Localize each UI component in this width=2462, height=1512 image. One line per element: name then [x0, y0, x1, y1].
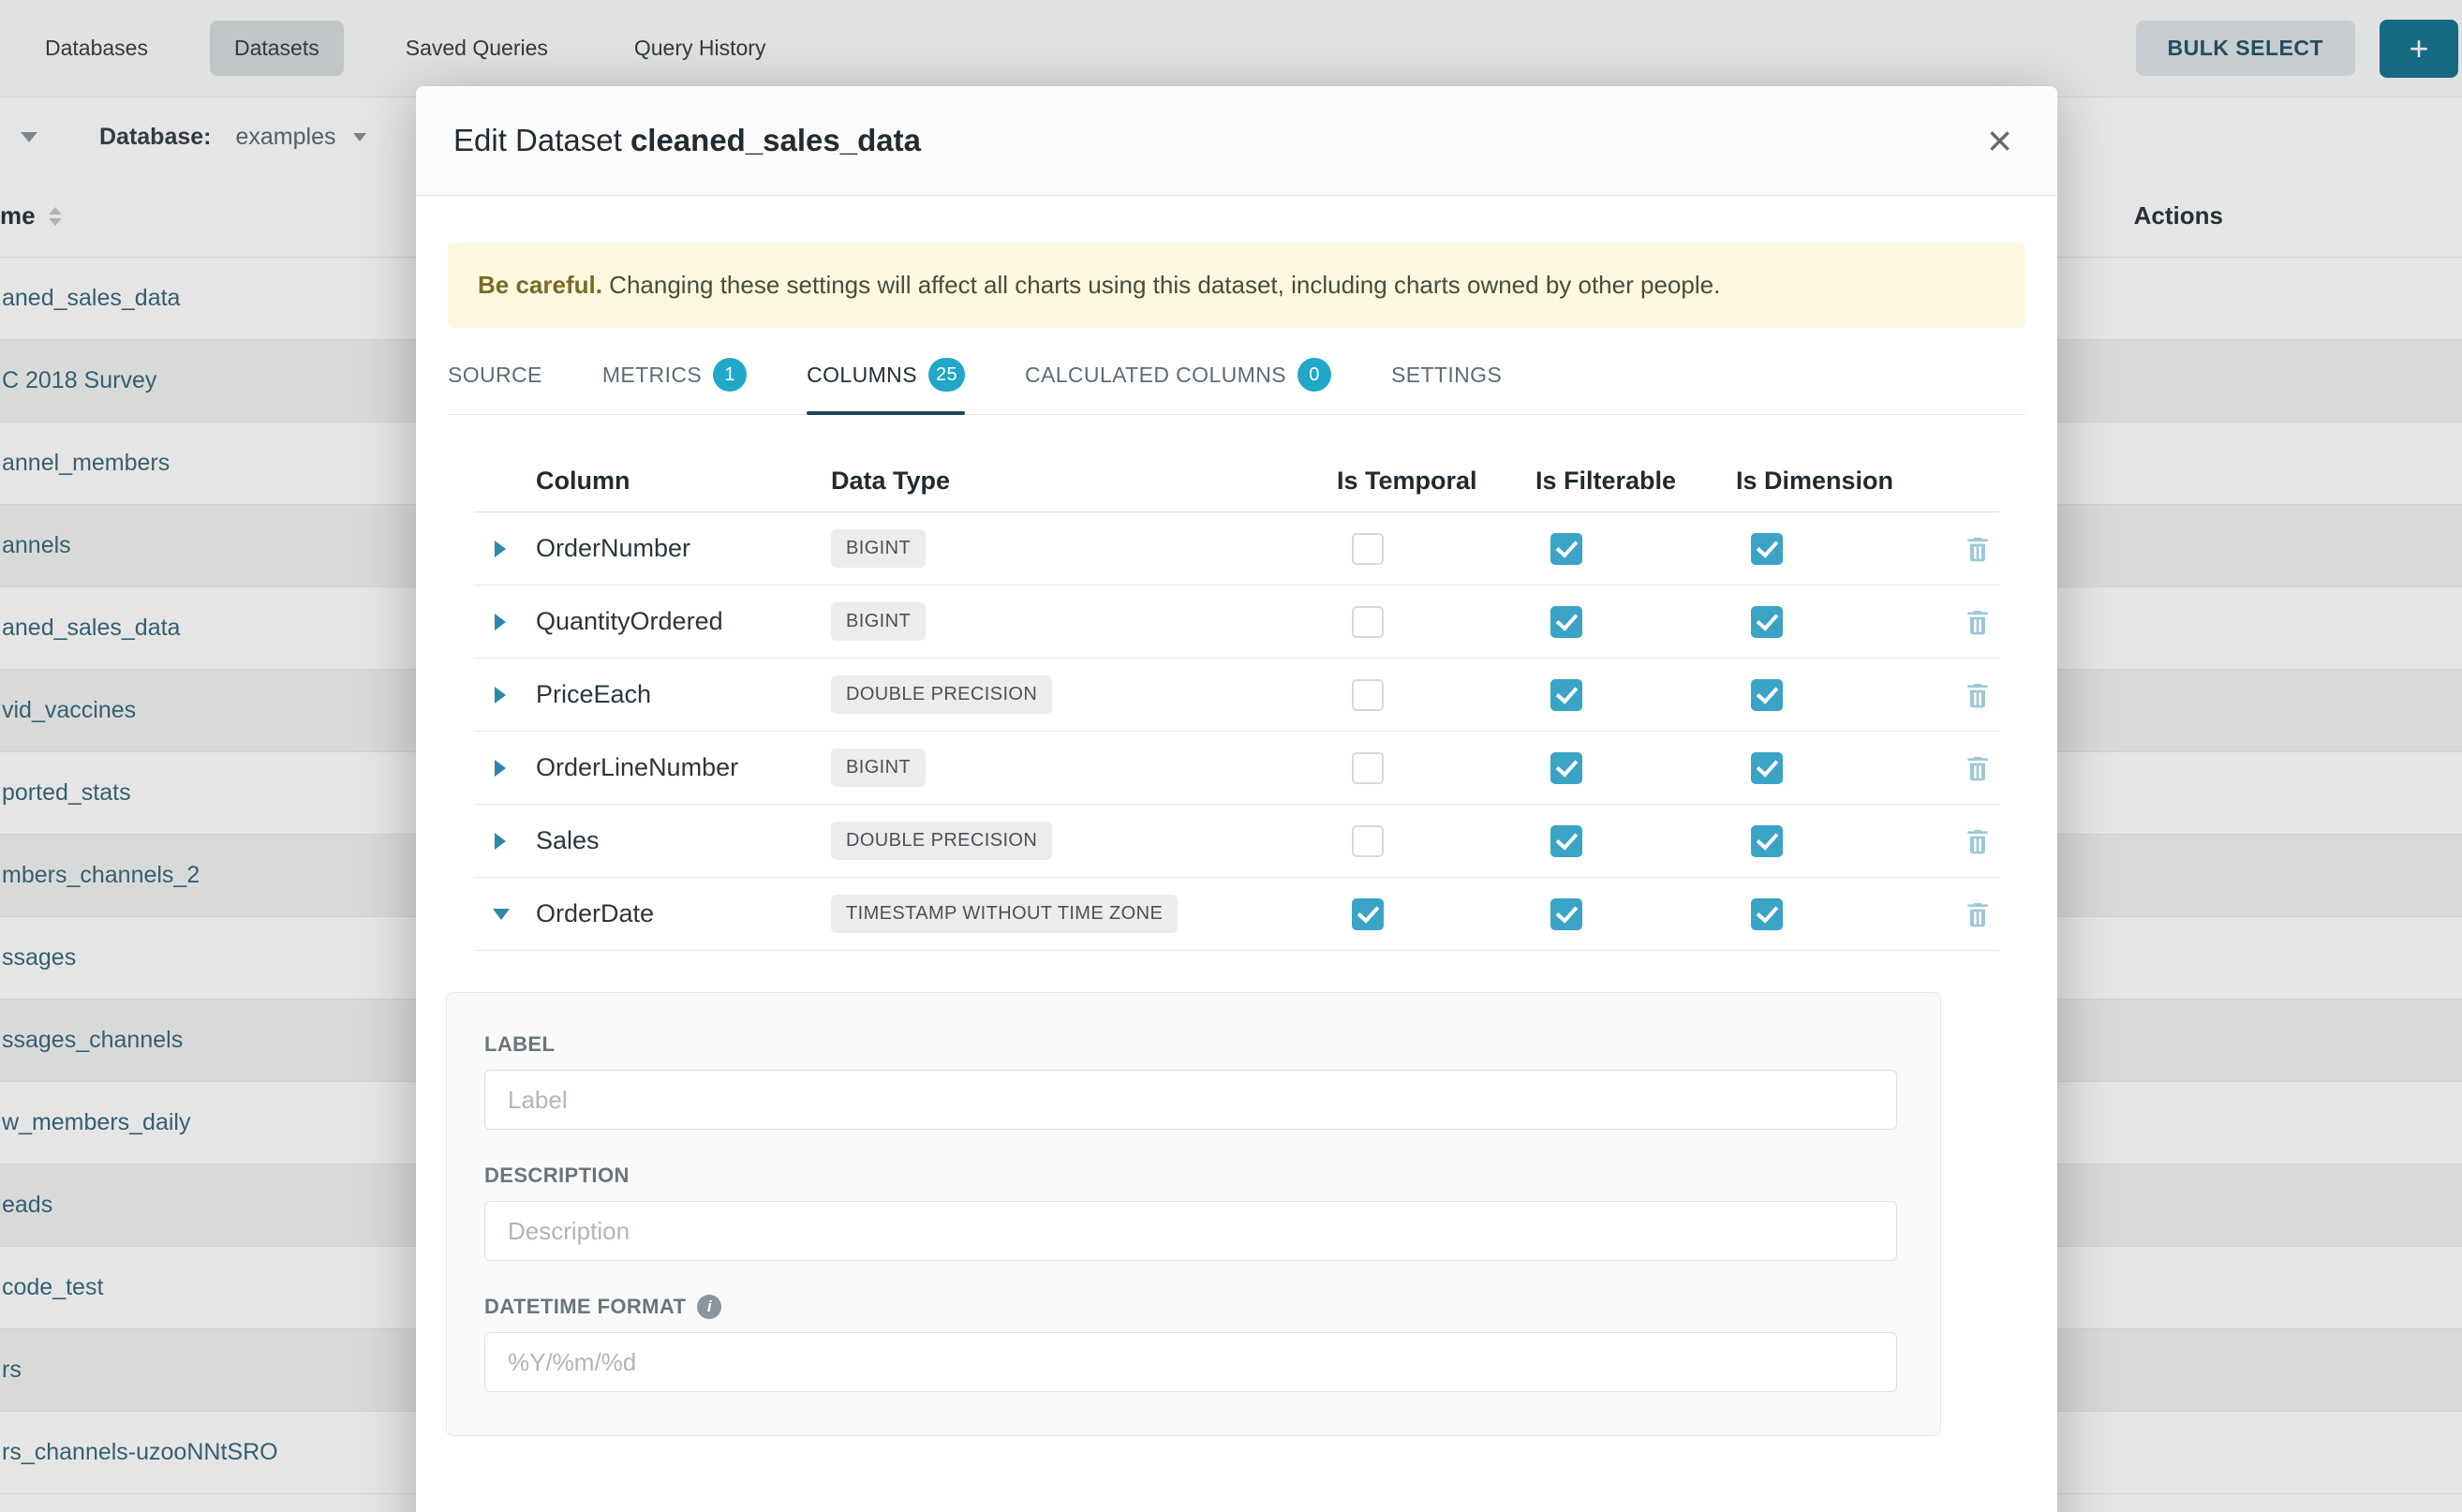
- modal-tabs: SOURCE METRICS 1 COLUMNS 25 CALCULATED C…: [448, 358, 2025, 415]
- description-field-label: DESCRIPTION: [484, 1164, 1897, 1188]
- warning-text: Changing these settings will affect all …: [602, 271, 1720, 299]
- tab-label: SOURCE: [448, 363, 542, 388]
- is-temporal-checkbox[interactable]: [1352, 825, 1384, 857]
- modal-body: Be careful. Changing these settings will…: [416, 243, 2057, 1436]
- trash-icon[interactable]: [1963, 899, 1999, 929]
- description-input[interactable]: [484, 1201, 1897, 1261]
- column-name: PriceEach: [536, 680, 831, 709]
- is-dimension-checkbox[interactable]: [1751, 679, 1783, 711]
- collapse-caret-icon[interactable]: [493, 909, 510, 920]
- expand-caret-icon[interactable]: [495, 614, 506, 630]
- trash-icon[interactable]: [1963, 680, 1999, 710]
- is-filterable-header: Is Filterable: [1535, 467, 1736, 496]
- table-row: OrderLineNumber BIGINT: [474, 732, 1999, 805]
- description-field-label-text: DESCRIPTION: [484, 1164, 630, 1188]
- column-name: Sales: [536, 826, 831, 855]
- warning-banner: Be careful. Changing these settings will…: [448, 243, 2025, 328]
- is-dimension-checkbox[interactable]: [1751, 825, 1783, 857]
- tab-columns[interactable]: COLUMNS 25: [807, 358, 965, 414]
- trash-icon[interactable]: [1963, 534, 1999, 564]
- table-row: Sales DOUBLE PRECISION: [474, 805, 1999, 878]
- is-filterable-checkbox[interactable]: [1550, 606, 1582, 638]
- is-filterable-checkbox[interactable]: [1550, 752, 1582, 784]
- data-type-pill: BIGINT: [831, 602, 926, 641]
- tab-label: METRICS: [602, 363, 702, 388]
- tab-label: CALCULATED COLUMNS: [1025, 363, 1286, 388]
- tab-calculated-columns[interactable]: CALCULATED COLUMNS 0: [1025, 358, 1331, 414]
- tab-label: SETTINGS: [1391, 363, 1502, 388]
- metrics-count-badge: 1: [713, 358, 747, 392]
- is-temporal-header: Is Temporal: [1337, 467, 1535, 496]
- table-row: OrderNumber BIGINT: [474, 512, 1999, 586]
- modal-header: Edit Dataset cleaned_sales_data ×: [416, 86, 2057, 196]
- is-dimension-checkbox[interactable]: [1751, 898, 1783, 930]
- column-name: OrderDate: [536, 899, 831, 928]
- is-temporal-checkbox[interactable]: [1352, 752, 1384, 784]
- data-type-pill: DOUBLE PRECISION: [831, 822, 1052, 860]
- close-icon[interactable]: ×: [1980, 115, 2020, 166]
- is-filterable-checkbox[interactable]: [1550, 679, 1582, 711]
- modal-title-prefix: Edit Dataset: [453, 123, 622, 157]
- table-row-expanded: OrderDate TIMESTAMP WITHOUT TIME ZONE: [474, 878, 1999, 951]
- expand-caret-icon[interactable]: [495, 833, 506, 850]
- expand-caret-icon[interactable]: [495, 541, 506, 557]
- tab-source[interactable]: SOURCE: [448, 358, 542, 414]
- datetime-format-field-label: DATETIME FORMAT i: [484, 1295, 1897, 1319]
- data-type-pill: DOUBLE PRECISION: [831, 675, 1052, 714]
- warning-bold-text: Be careful.: [478, 271, 602, 299]
- column-name: OrderNumber: [536, 534, 831, 563]
- trash-icon[interactable]: [1963, 753, 1999, 783]
- calculated-columns-count-badge: 0: [1298, 358, 1331, 392]
- columns-count-badge: 25: [928, 358, 965, 392]
- is-dimension-checkbox[interactable]: [1751, 533, 1783, 565]
- column-detail-panel: LABEL DESCRIPTION DATETIME FORMAT i: [446, 992, 1941, 1436]
- table-row: QuantityOrdered BIGINT: [474, 586, 1999, 659]
- label-field-label: LABEL: [484, 1032, 1897, 1057]
- column-header: Column: [536, 467, 831, 496]
- is-dimension-checkbox[interactable]: [1751, 752, 1783, 784]
- modal-title-dataset-name: cleaned_sales_data: [630, 123, 921, 157]
- column-name: QuantityOrdered: [536, 607, 831, 636]
- is-filterable-checkbox[interactable]: [1550, 898, 1582, 930]
- datetime-format-input[interactable]: [484, 1332, 1897, 1392]
- is-dimension-checkbox[interactable]: [1751, 606, 1783, 638]
- data-type-pill: TIMESTAMP WITHOUT TIME ZONE: [831, 895, 1178, 933]
- label-input[interactable]: [484, 1070, 1897, 1130]
- column-name: OrderLineNumber: [536, 753, 831, 782]
- expand-caret-icon[interactable]: [495, 760, 506, 777]
- data-type-header: Data Type: [831, 467, 1337, 496]
- data-type-pill: BIGINT: [831, 749, 926, 787]
- is-temporal-checkbox[interactable]: [1352, 898, 1384, 930]
- trash-icon[interactable]: [1963, 826, 1999, 856]
- columns-table: Column Data Type Is Temporal Is Filterab…: [474, 451, 1999, 951]
- modal-title: Edit Dataset cleaned_sales_data: [453, 123, 921, 158]
- columns-table-header: Column Data Type Is Temporal Is Filterab…: [474, 451, 1999, 512]
- expand-caret-icon[interactable]: [495, 687, 506, 704]
- datetime-format-label-text: DATETIME FORMAT: [484, 1295, 686, 1319]
- tab-settings[interactable]: SETTINGS: [1391, 358, 1502, 414]
- tab-label: COLUMNS: [807, 363, 917, 388]
- table-row: PriceEach DOUBLE PRECISION: [474, 659, 1999, 732]
- is-filterable-checkbox[interactable]: [1550, 825, 1582, 857]
- info-icon[interactable]: i: [697, 1295, 721, 1319]
- is-temporal-checkbox[interactable]: [1352, 533, 1384, 565]
- trash-icon[interactable]: [1963, 607, 1999, 637]
- is-temporal-checkbox[interactable]: [1352, 606, 1384, 638]
- edit-dataset-modal: Edit Dataset cleaned_sales_data × Be car…: [416, 86, 2057, 1512]
- label-field-label-text: LABEL: [484, 1032, 555, 1057]
- is-dimension-header: Is Dimension: [1736, 467, 1920, 496]
- is-temporal-checkbox[interactable]: [1352, 679, 1384, 711]
- tab-metrics[interactable]: METRICS 1: [602, 358, 747, 414]
- data-type-pill: BIGINT: [831, 529, 926, 568]
- is-filterable-checkbox[interactable]: [1550, 533, 1582, 565]
